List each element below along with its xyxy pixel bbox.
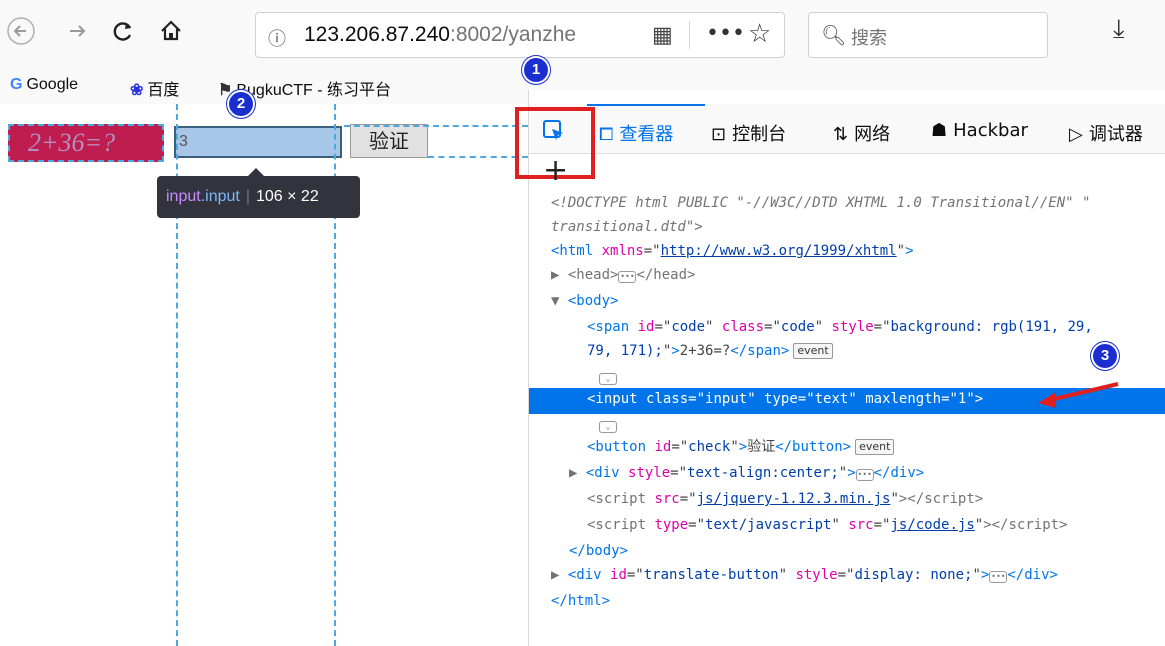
markup-line-html[interactable]: <html xmlns="http://www.w3.org/1999/xhtm… — [529, 240, 1165, 266]
tab-console[interactable]: ⊡ 控制台 — [711, 120, 786, 146]
search-placeholder: 搜索 — [851, 28, 887, 49]
translate-style-value: display: none; — [854, 567, 973, 583]
active-tab-indicator — [587, 104, 705, 106]
qr-code-icon[interactable]: ▦ — [652, 23, 673, 48]
url-separator — [689, 21, 690, 49]
event-badge[interactable]: event — [855, 439, 895, 455]
doctype-text: <!DOCTYPE html PUBLIC "-//W3C//DTD XHTML… — [551, 195, 1091, 211]
guide-line-top — [344, 125, 528, 127]
home-icon[interactable] — [156, 16, 186, 50]
markup-line-head[interactable]: ▶ <head> ••• </head> — [529, 264, 1165, 290]
markup-line-translate[interactable]: ▶ <div id="translate-button" style="disp… — [529, 564, 1165, 590]
url-host: 123.206.87.240 — [304, 23, 450, 46]
tab-debugger[interactable]: ▷ 调试器 — [1069, 120, 1143, 146]
markup-line-script1[interactable]: <script src="js/jquery-1.12.3.min.js"></… — [529, 488, 1165, 514]
collapsed-content-icon[interactable]: ••• — [855, 469, 874, 481]
url-path: :8002/yanzhe — [449, 23, 577, 46]
div-style-value: text-align:center; — [687, 465, 839, 481]
markup-line-doctype-cont[interactable]: transitional.dtd"> — [529, 216, 1165, 242]
tab-label: Hackbar — [953, 120, 1028, 141]
inspector-icon: ⧠ — [599, 124, 614, 145]
add-node-icon[interactable]: + — [543, 156, 568, 186]
span-text: 2+36=? — [679, 343, 731, 359]
url-bar[interactable]: ⓘ 123.206.87.240:8002/yanzhe ▦ ••• ☆ — [255, 12, 785, 58]
translate-id-value: translate-button — [643, 567, 779, 583]
doctype-text: transitional.dtd"> — [551, 219, 703, 235]
markup-line-div[interactable]: ▶ <div style="text-align:center;"> ••• </d… — [529, 462, 1165, 488]
more-icon[interactable]: ••• — [706, 21, 745, 46]
marker-3: 3 — [1093, 344, 1117, 368]
captcha-text: 2+36=? — [28, 128, 116, 157]
baidu-icon: ❀ — [130, 82, 144, 99]
devtools-panel: ⧠ 查看器 ⊡ 控制台 ⇅ 网络 ☗ Hackbar ▷ 调试器 + <!DOCTYPE … — [515, 90, 1165, 646]
tab-label: 查看器 — [619, 124, 674, 145]
tab-hackbar[interactable]: ☗ Hackbar — [931, 120, 1028, 141]
forward-arrow-icon[interactable] — [62, 16, 92, 50]
tab-label: 控制台 — [732, 124, 787, 145]
tab-network[interactable]: ⇅ 网络 — [833, 120, 890, 146]
search-icon: 🔍︎ — [821, 23, 847, 47]
tooltip-arrow — [248, 168, 264, 176]
tooltip-size: 106 × 22 — [256, 188, 319, 205]
bookmark-google[interactable]: G Google — [10, 76, 78, 94]
console-icon: ⊡ — [711, 124, 727, 145]
markup-line-html-close[interactable]: </html> — [529, 590, 1165, 616]
markup-line-span-cont[interactable]: 79, 171);">2+36=?</span> event — [529, 340, 1165, 366]
button-text: 验证 — [747, 439, 776, 455]
page-content: 2+36=? 验证 input.input | 106 × 22 — [0, 104, 528, 646]
hackbar-icon: ☗ — [931, 120, 948, 141]
marker-2: 2 — [229, 92, 253, 116]
bookmark-star-icon[interactable]: ☆ — [748, 19, 771, 49]
whitespace-icon: ⌄ — [599, 373, 617, 385]
bookmark-label: 百度 — [147, 82, 180, 99]
guide-line-bottom — [428, 156, 528, 158]
red-arrow-annotation — [1038, 382, 1119, 408]
download-icon[interactable]: ⤓ — [1113, 14, 1125, 45]
captcha-code: 2+36=? — [8, 124, 164, 162]
input-type-value: text — [814, 391, 849, 407]
markup-line-doctype[interactable]: <!DOCTYPE html PUBLIC "-//W3C//DTD XHTML… — [529, 192, 1165, 218]
answer-input[interactable] — [174, 126, 342, 158]
markup-line-body-close[interactable]: </body> — [529, 540, 1165, 566]
markup-line-script2[interactable]: <script type="text/javascript" src="js/c… — [529, 514, 1165, 540]
tooltip-separator: | — [245, 188, 250, 205]
input-class-value: input — [705, 391, 748, 407]
tooltip-class: .input — [200, 188, 240, 205]
element-tooltip: input.input | 106 × 22 — [157, 176, 360, 218]
debugger-icon: ▷ — [1069, 124, 1083, 145]
tab-label: 调试器 — [1088, 124, 1143, 145]
google-icon: G — [10, 76, 23, 93]
tab-label: 网络 — [854, 124, 891, 145]
script-src-link[interactable]: js/jquery-1.12.3.min.js — [697, 491, 891, 507]
event-badge[interactable]: event — [793, 343, 833, 359]
button-id-value: check — [688, 439, 731, 455]
script-src-link[interactable]: js/code.js — [890, 517, 974, 533]
collapsed-content-icon[interactable]: ••• — [618, 271, 637, 283]
bookmark-baidu[interactable]: ❀ 百度 — [130, 76, 179, 100]
verify-button[interactable]: 验证 — [350, 124, 428, 158]
whitespace-icon: ⌄ — [599, 421, 617, 433]
bookmark-label: Google — [26, 76, 79, 93]
reload-icon[interactable] — [108, 16, 138, 50]
script-type-value: text/javascript — [705, 517, 832, 533]
tab-inspector[interactable]: ⧠ 查看器 — [599, 120, 673, 146]
search-bar[interactable]: 🔍︎ 搜索 — [808, 12, 1048, 58]
browser-toolbar: ⓘ 123.206.87.240:8002/yanzhe ▦ ••• ☆ 🔍︎ … — [0, 0, 1165, 70]
xmlns-link[interactable]: http://www.w3.org/1999/xhtml — [661, 243, 897, 259]
url-text[interactable]: 123.206.87.240:8002/yanzhe — [304, 23, 639, 47]
input-maxlength-value: 1 — [957, 391, 967, 407]
bookmark-label: BugkuCTF - 练习平台 — [236, 82, 392, 99]
info-icon[interactable]: ⓘ — [268, 25, 286, 51]
network-icon: ⇅ — [833, 124, 849, 145]
marker-1: 1 — [524, 58, 548, 82]
tooltip-tag: input — [166, 188, 201, 205]
span-style-value: 79, 171); — [587, 343, 663, 359]
markup-line-button[interactable]: <button id="check">验证</button> event — [529, 436, 1165, 462]
markup-line-span[interactable]: <span id="code" class="code" style="back… — [529, 316, 1165, 342]
collapsed-content-icon[interactable]: ••• — [989, 571, 1008, 583]
devtools-tabbar: ⧠ 查看器 ⊡ 控制台 ⇅ 网络 ☗ Hackbar ▷ 调试器 — [515, 104, 1165, 179]
span-style-value: background: rgb(191, 29, — [890, 319, 1093, 335]
back-arrow-icon[interactable] — [6, 16, 36, 50]
markup-line-body[interactable]: ▼ <body> — [529, 290, 1165, 316]
